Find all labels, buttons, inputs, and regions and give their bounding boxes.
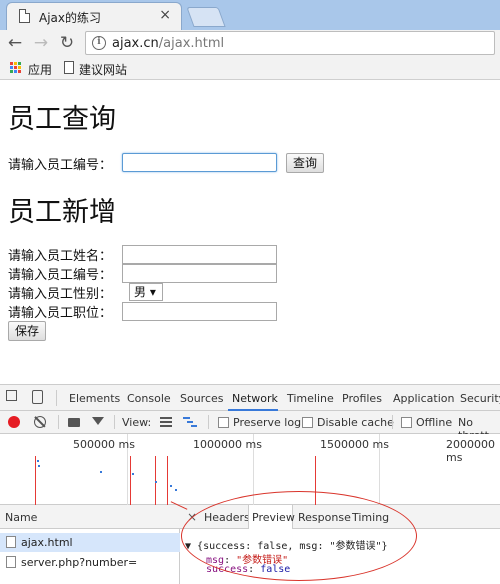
tab-security[interactable]: Security [460,392,500,405]
query-heading: 员工查询 [8,104,116,135]
document-icon [6,556,16,568]
separator [58,415,59,429]
page-icon [64,61,74,74]
gender-label: 请输入员工性别： [8,287,113,302]
close-icon[interactable]: × [159,7,171,23]
clear-icon[interactable] [34,416,46,428]
name-column: Name ajax.html server.php?number= [0,505,180,584]
tab-title: Ajax的练习 [39,11,101,25]
page-content: 员工查询 请输入员工编号： 查询 员工新增 请输入员工姓名： 请输入员工编号： … [0,81,500,383]
tab-strip: Ajax的练习 × [0,0,500,30]
bookmark-apps[interactable]: 应用 [28,61,52,78]
document-icon [6,536,16,548]
request-mark [132,473,134,475]
record-icon[interactable] [8,416,20,428]
load-event-line [167,456,168,505]
address-bar[interactable]: i ajax.cn/ajax.html [85,31,495,55]
name-column-header[interactable]: Name [0,505,180,529]
tab-sources[interactable]: Sources [180,392,224,405]
disable-cache-label: Disable cache [317,416,394,429]
load-event-line [130,456,131,505]
employee-name-input[interactable] [122,245,277,264]
offline-checkbox[interactable] [401,417,412,428]
request-row[interactable]: server.php?number= [0,553,180,572]
device-icon[interactable] [32,390,43,404]
load-event-line [35,456,36,505]
name-header-label: Name [5,511,38,524]
url-text: ajax.cn/ajax.html [112,36,224,51]
camera-icon[interactable] [68,418,80,427]
request-mark [37,460,39,462]
list-view-icon[interactable] [160,417,172,427]
query-number-label: 请输入员工编号： [8,158,113,173]
request-name: server.php?number= [21,556,138,569]
offline-label: Offline [416,416,453,429]
url-host: ajax.cn [112,36,159,51]
preserve-log-checkbox[interactable] [218,417,229,428]
tab-application[interactable]: Application [393,392,454,405]
view-label: View: [122,416,152,429]
request-row[interactable]: ajax.html [0,533,180,552]
separator [208,415,209,429]
url-path: /ajax.html [158,36,225,51]
number-label: 请输入员工编号： [8,268,113,283]
forward-arrow-icon[interactable]: → [30,32,52,54]
separator [56,390,57,406]
query-number-input[interactable] [122,153,277,172]
network-toolbar: View: Preserve log Disable cache Offline… [0,411,500,442]
apps-grid-icon[interactable] [10,62,22,74]
tab-profiles[interactable]: Profiles [342,392,382,405]
filter-icon[interactable] [92,417,104,425]
browser-toolbar: ← → ↻ i ajax.cn/ajax.html [0,30,500,57]
tab-elements[interactable]: Elements [69,392,120,405]
query-button[interactable]: 查询 [286,153,324,173]
tab-network[interactable]: Network [232,392,278,405]
request-mark [170,485,172,487]
annotation-circle [181,491,417,581]
new-tab-button[interactable] [186,7,226,27]
separator [392,415,393,429]
page-icon [19,9,30,23]
save-button[interactable]: 保存 [8,321,46,341]
tick-label: 1500000 ms [320,438,389,451]
inspect-icon[interactable] [6,390,17,401]
tick-label: 1000000 ms [193,438,262,451]
reload-icon[interactable]: ↻ [56,32,78,54]
employee-number-input[interactable] [122,264,277,283]
tick-label: 2000000 ms [446,438,495,464]
request-mark [100,471,102,473]
tick-label: 500000 ms [73,438,135,451]
gender-select[interactable]: 男 ▾ [129,283,163,301]
devtools-tabbar: Elements Console Sources Network Timelin… [0,385,500,411]
position-label: 请输入员工职位： [8,306,113,321]
preserve-log-label: Preserve log [233,416,302,429]
separator [114,415,115,429]
browser-tab[interactable]: Ajax的练习 × [6,2,182,30]
bookmarks-bar: 应用 建议网站 [0,57,500,80]
tab-console[interactable]: Console [127,392,171,405]
add-heading: 员工新增 [8,197,116,228]
request-mark [38,465,40,467]
tab-timeline[interactable]: Timeline [287,392,334,405]
waterfall-view-icon[interactable] [183,417,197,427]
request-name: ajax.html [21,536,73,549]
name-label: 请输入员工姓名： [8,249,113,264]
bookmark-suggested-sites[interactable]: 建议网站 [79,61,127,78]
back-arrow-icon[interactable]: ← [4,32,26,54]
request-mark [175,489,177,491]
disable-cache-checkbox[interactable] [302,417,313,428]
request-mark [155,481,157,483]
info-icon[interactable]: i [92,36,106,50]
employee-position-input[interactable] [122,302,277,321]
